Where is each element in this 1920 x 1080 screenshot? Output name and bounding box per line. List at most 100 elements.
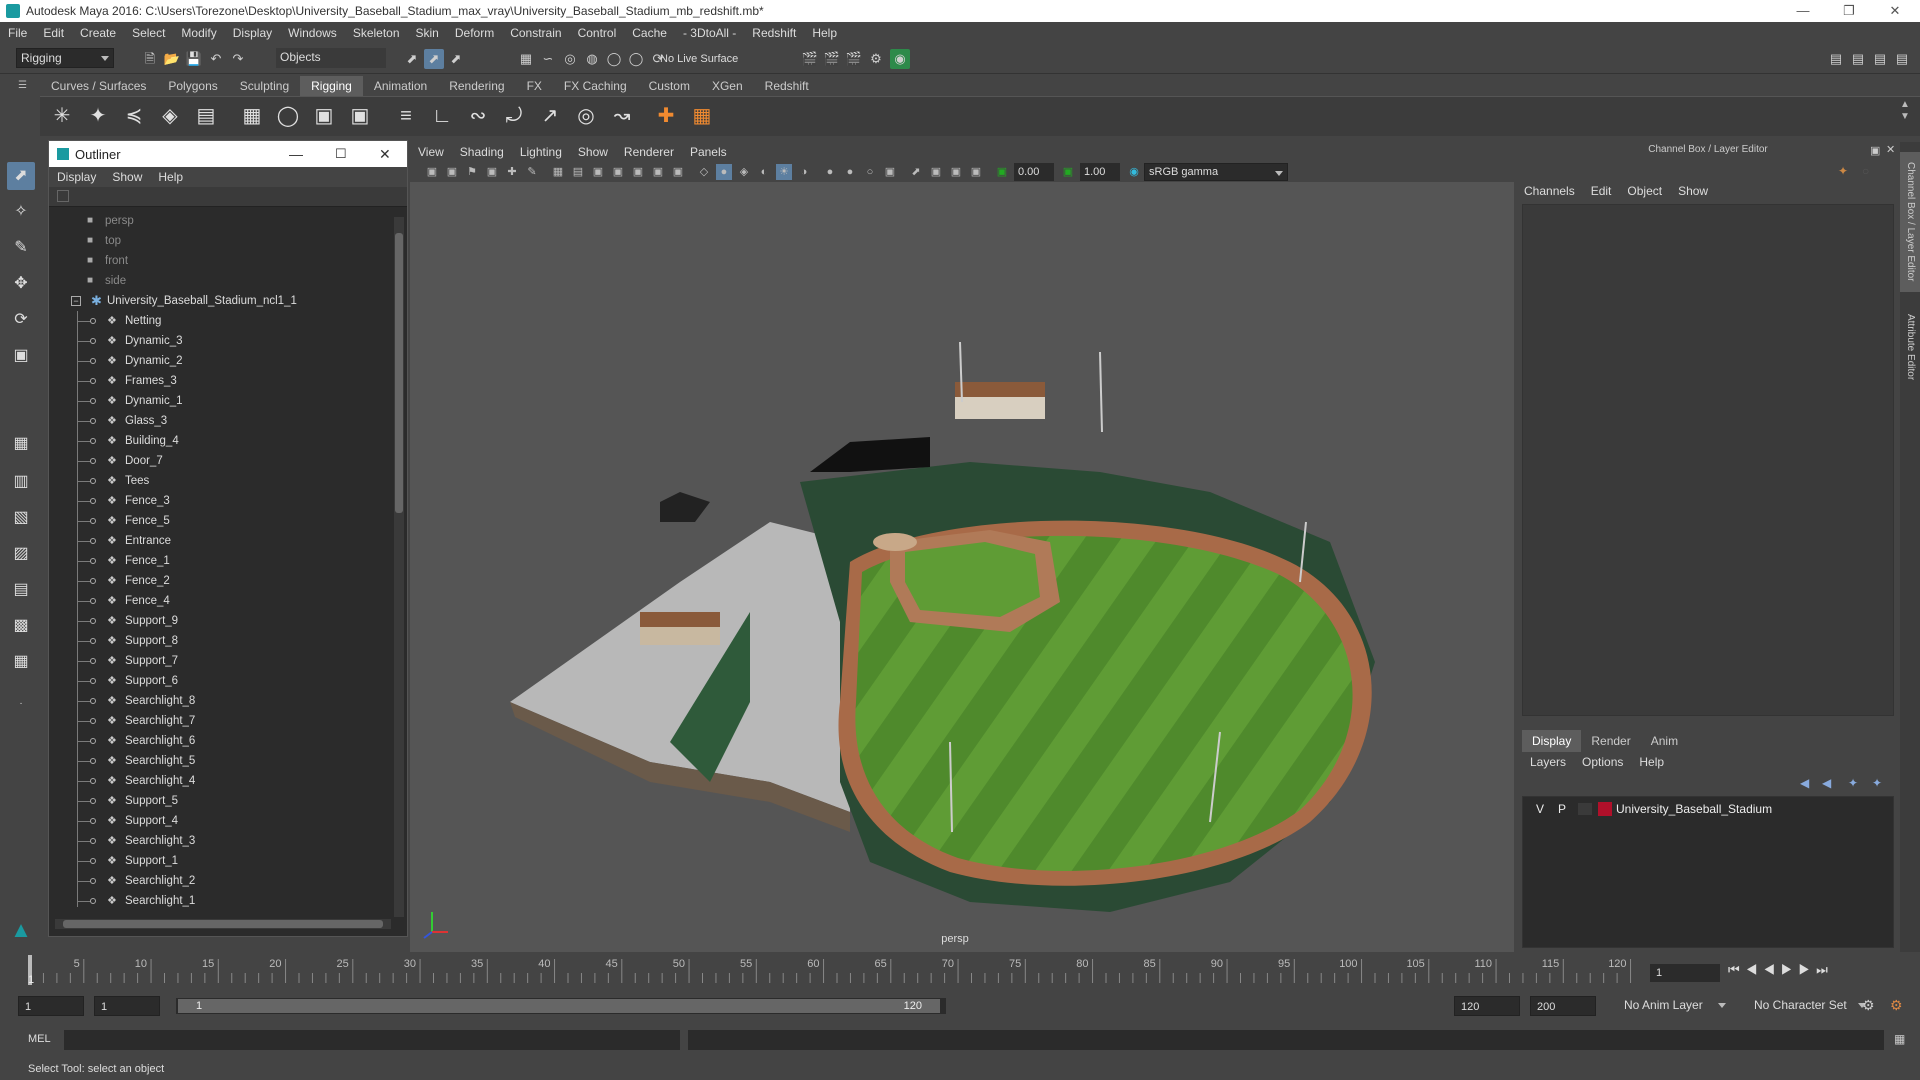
depth-of-field-icon[interactable]: ▣ [882,164,898,180]
menu-edit[interactable]: Edit [35,26,72,40]
attribute-editor-side-tab[interactable]: Attribute Editor [1900,302,1920,392]
visibility-dot-icon[interactable] [90,858,96,864]
outliner-vscroll[interactable] [394,217,404,917]
snap-vertex-icon[interactable]: ◯ [626,49,646,69]
visibility-dot-icon[interactable] [90,558,96,564]
snap-curve-icon[interactable]: ∽ [538,49,558,69]
menu-deform[interactable]: Deform [447,26,502,40]
layer-menu-options[interactable]: Options [1574,752,1631,772]
visibility-dot-icon[interactable] [90,778,96,784]
shelf-menu-icon[interactable]: ☰ [18,80,32,92]
new-layer-selected-icon[interactable]: ✦ [1872,776,1882,790]
outliner-item-mesh[interactable]: ❖ Fence_2 [49,571,389,591]
anim-layer-dropdown[interactable]: No Anim Layer [1620,996,1730,1016]
shelf-tab-fx-caching[interactable]: FX Caching [553,76,638,96]
hypershade-icon[interactable]: ◉ [890,49,910,69]
outliner-item-mesh[interactable]: ❖ Building_4 [49,431,389,451]
film-gate-icon[interactable]: ▤ [570,164,586,180]
visibility-dot-icon[interactable] [90,638,96,644]
visibility-dot-icon[interactable] [90,338,96,344]
outliner-item-mesh[interactable]: ❖ Support_1 [49,851,389,871]
camera-attr-icon[interactable]: ▣ [444,164,460,180]
new-scene-icon[interactable]: 🗎 [140,49,160,69]
wrap-deformer-icon[interactable]: ⤾ [498,100,530,132]
menu-file[interactable]: File [0,26,35,40]
range-track[interactable]: 1 120 [176,998,946,1014]
visibility-dot-icon[interactable] [90,458,96,464]
visibility-dot-icon[interactable] [90,498,96,504]
select-tool-icon[interactable]: ⬈ [7,162,35,190]
layer-playback-toggle[interactable]: P [1558,799,1566,819]
isolate-select-icon[interactable]: ⬈ [908,164,924,180]
outliner-item-mesh[interactable]: ❖ Support_6 [49,671,389,691]
outliner-menu-display[interactable]: Display [49,170,104,184]
outliner-minimize-icon[interactable]: — [289,146,303,162]
xray-components-icon[interactable]: ▣ [968,164,984,180]
channel-menu-channels[interactable]: Channels [1516,184,1583,202]
visibility-dot-icon[interactable] [90,758,96,764]
menu-help[interactable]: Help [804,26,845,40]
menu-modify[interactable]: Modify [173,26,224,40]
play-back-icon[interactable]: ◀ [1763,962,1781,977]
menu-redshift[interactable]: Redshift [744,26,804,40]
wireframe-on-shaded-icon[interactable]: ◈ [736,164,752,180]
outliner-item-mesh[interactable]: ❖ Searchlight_7 [49,711,389,731]
channel-menu-object[interactable]: Object [1619,184,1670,202]
mel-label[interactable]: MEL [28,1033,51,1045]
visibility-dot-icon[interactable] [90,718,96,724]
outliner-hscroll-thumb[interactable] [63,920,383,928]
viewport-menu-show[interactable]: Show [570,145,616,159]
parent-constraint-icon[interactable]: ✚ [650,100,682,132]
outliner-hscroll[interactable] [55,919,391,929]
outliner-item-mesh[interactable]: ❖ Entrance [49,531,389,551]
play-forward-icon[interactable]: ▶ [1781,962,1799,977]
undo-icon[interactable]: ↶ [206,49,226,69]
command-input[interactable] [64,1030,680,1050]
shelf-tab-animation[interactable]: Animation [363,76,438,96]
orient-joint-icon[interactable]: ▤ [190,100,222,132]
outliner-filter[interactable] [49,187,407,207]
outliner-item-mesh[interactable]: ❖ Dynamic_3 [49,331,389,351]
layout-persp-icon[interactable]: ▦ [7,648,35,676]
layout-icon[interactable]: ▤ [1826,49,1846,69]
outliner-item-camera-side[interactable]: ■ side [49,271,389,291]
bend-deformer-icon[interactable]: ∟ [426,100,458,132]
outliner-item-mesh[interactable]: ❖ Fence_3 [49,491,389,511]
exposure-field[interactable]: 0.00 [1014,163,1054,181]
ik-handle-icon[interactable]: ✦ [82,100,114,132]
layer-menu-help[interactable]: Help [1631,752,1672,772]
layout-four-icon[interactable]: ▤ [1892,49,1912,69]
2d-pan-icon[interactable]: ✚ [504,164,520,180]
shelf-tab-rigging[interactable]: Rigging [300,76,363,96]
redo-icon[interactable]: ↷ [228,49,248,69]
menu-control[interactable]: Control [570,26,625,40]
layout-more-icon[interactable]: · [7,690,35,718]
outliner-item-mesh[interactable]: ❖ Searchlight_2 [49,871,389,891]
close-icon[interactable]: ✕ [1872,0,1918,22]
save-scene-icon[interactable]: 💾 [184,49,204,69]
field-chart-icon[interactable]: ▣ [630,164,646,180]
layer-tab-render[interactable]: Render [1581,730,1640,752]
point-constraint-icon[interactable]: ◎ [570,100,602,132]
sculpt-deformer-icon[interactable]: ↗ [534,100,566,132]
safe-title-icon[interactable]: ▣ [670,164,686,180]
step-forward-icon[interactable]: ▶ [1799,962,1817,977]
outliner-item-mesh[interactable]: ❖ Dynamic_2 [49,351,389,371]
visibility-dot-icon[interactable] [90,838,96,844]
range-bar[interactable]: 1 120 [178,999,940,1013]
mirror-joint-icon[interactable]: ◈ [154,100,186,132]
blendshape-icon[interactable]: ≡ [390,100,422,132]
visibility-dot-icon[interactable] [90,698,96,704]
layout-single-icon[interactable]: ▥ [7,468,35,496]
outliner-item-mesh[interactable]: ❖ Support_8 [49,631,389,651]
outliner-menu-help[interactable]: Help [150,170,191,184]
visibility-dot-icon[interactable] [90,438,96,444]
gate-mask-icon[interactable]: ▣ [610,164,626,180]
outliner-item-mesh[interactable]: ❖ Frames_3 [49,371,389,391]
cluster-icon[interactable]: ▣ [344,100,376,132]
shelf-tab-custom[interactable]: Custom [638,76,701,96]
layer-color-swatch[interactable] [1598,802,1612,816]
visibility-dot-icon[interactable] [90,318,96,324]
restore-icon[interactable]: ❐ [1826,0,1872,22]
anim-end-field[interactable]: 200 [1530,996,1596,1016]
